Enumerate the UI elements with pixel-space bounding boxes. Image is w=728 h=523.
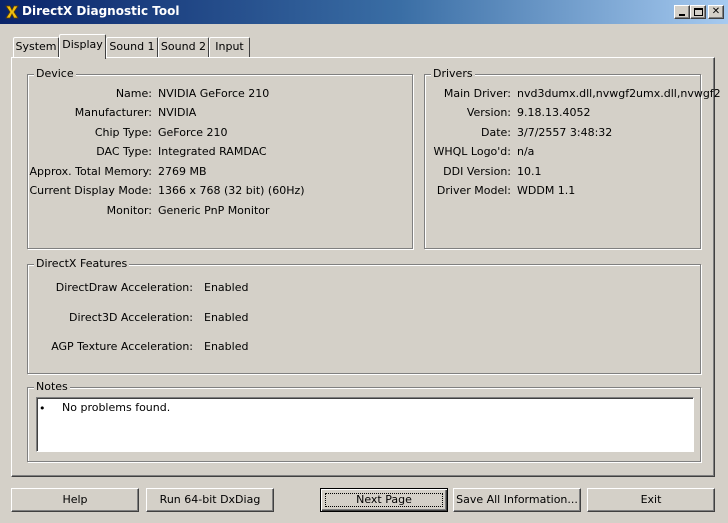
- notes-group-title: Notes: [34, 380, 70, 394]
- device-group-title: Device: [34, 67, 76, 81]
- maximize-icon: [694, 8, 703, 16]
- tab-sound-1[interactable]: Sound 1: [106, 37, 158, 57]
- directx-x-icon: [4, 4, 20, 20]
- notes-bullet: •: [39, 402, 46, 415]
- title-bar[interactable]: DirectX Diagnostic Tool ✕: [0, 0, 728, 24]
- drivers-group: Drivers Main Driver: nvd3dumx.dll,nvwgf2…: [424, 67, 721, 249]
- exit-button[interactable]: Exit: [587, 488, 715, 512]
- notes-box[interactable]: • No problems found.: [36, 397, 694, 452]
- device-group: Device Name: NVIDIA GeForce 210 Manufact…: [27, 67, 413, 249]
- tab-system[interactable]: System: [13, 37, 59, 57]
- features-group-title: DirectX Features: [34, 257, 130, 271]
- close-icon: ✕: [711, 6, 721, 17]
- tab-display[interactable]: Display: [59, 34, 106, 59]
- tab-sound-2[interactable]: Sound 2: [158, 37, 209, 57]
- tab-panel-display: Device Name: NVIDIA GeForce 210 Manufact…: [11, 57, 721, 477]
- save-all-information-button[interactable]: Save All Information...: [453, 488, 581, 512]
- window-title: DirectX Diagnostic Tool: [22, 4, 180, 18]
- minimize-icon: [679, 14, 685, 16]
- notes-item: No problems found.: [62, 401, 171, 414]
- minimize-button[interactable]: [674, 5, 690, 19]
- help-button[interactable]: Help: [11, 488, 139, 512]
- directx-features-group: DirectX Features DirectDraw Acceleration…: [27, 257, 701, 374]
- close-button[interactable]: ✕: [708, 5, 724, 19]
- run-64-bit-dxdiag-button[interactable]: Run 64-bit DxDiag: [146, 488, 274, 512]
- focus-rectangle: [325, 493, 443, 507]
- drivers-group-title: Drivers: [431, 67, 475, 81]
- next-page-button[interactable]: Next Page: [320, 488, 448, 512]
- maximize-button[interactable]: [690, 5, 706, 19]
- notes-group: Notes • No problems found.: [27, 380, 701, 462]
- tab-input[interactable]: Input: [209, 37, 250, 57]
